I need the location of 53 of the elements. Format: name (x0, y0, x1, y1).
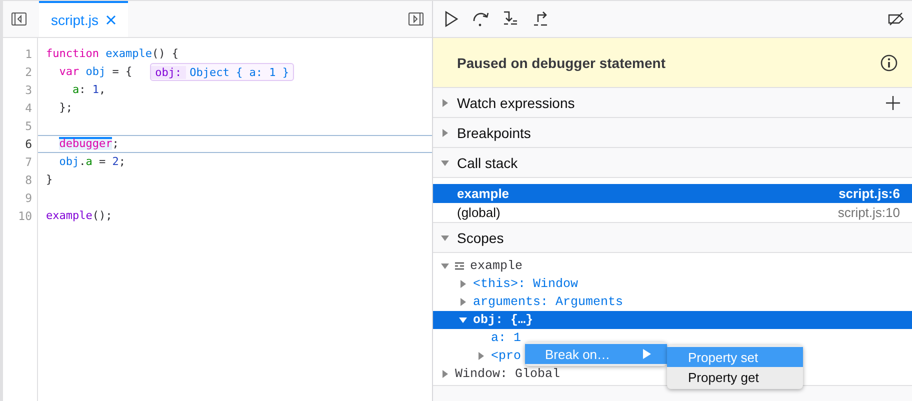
line-number: 2 (24, 64, 33, 81)
sidebar-toggle-icon[interactable] (11, 12, 27, 26)
scope-tree-item[interactable]: arguments: Arguments (433, 293, 628, 311)
call-stack-frame[interactable]: example script.js:6 (433, 184, 912, 203)
code-line: obj.a = 2; (58, 154, 126, 170)
scope-tree-item[interactable]: a: 1 (433, 329, 526, 347)
line-number: 7 (24, 154, 33, 171)
editor-tab[interactable]: script.js (39, 1, 128, 37)
scope-icon (455, 262, 464, 270)
line-number: 5 (24, 118, 33, 135)
disclosure-triangle-icon[interactable] (459, 298, 467, 306)
line-number: 1 (24, 46, 33, 63)
disclosure-triangle-icon[interactable] (441, 370, 449, 378)
code-line: } (45, 172, 53, 188)
disclosure-triangle-icon[interactable] (441, 128, 449, 136)
close-icon[interactable] (106, 15, 116, 25)
pause-message: Paused on debugger statement (457, 54, 666, 70)
disclosure-triangle-icon[interactable] (441, 234, 449, 242)
line-number: 6 (24, 136, 33, 153)
line-number: 3 (24, 82, 33, 99)
disclosure-triangle-icon[interactable] (477, 352, 485, 360)
sidebar-toggle-icon[interactable] (408, 12, 424, 26)
section-header[interactable]: Breakpoints (433, 118, 912, 148)
section-header[interactable]: Watch expressions (433, 88, 912, 118)
menu-item[interactable]: Property set (667, 347, 803, 367)
scope-tree-item[interactable]: Window: Global (433, 365, 564, 383)
disclosure-triangle-icon[interactable] (459, 316, 467, 324)
code-line: }; (58, 100, 72, 116)
code-line: var obj = { (58, 64, 132, 80)
code-line: example(); (45, 208, 112, 224)
line-number: 8 (24, 172, 33, 189)
disclosure-triangle-icon[interactable] (441, 158, 449, 166)
submenu-arrow-icon (643, 349, 651, 359)
menu-item[interactable]: Property get (667, 367, 803, 387)
code-line: debugger; (58, 136, 119, 152)
inline-value-preview: obj: Object { a: 1 } (150, 63, 294, 81)
disclosure-triangle-icon[interactable] (459, 280, 467, 288)
add-icon[interactable] (886, 96, 900, 110)
disclosure-triangle-icon[interactable] (441, 98, 449, 106)
code-line: function example() { (45, 46, 178, 62)
line-number: 9 (24, 190, 33, 207)
line-number: 4 (24, 100, 33, 117)
deactivate-breakpoints-icon[interactable] (888, 11, 904, 27)
disclosure-triangle-icon[interactable] (441, 262, 449, 270)
scope-tree-item[interactable]: example (433, 257, 527, 275)
scope-tree-item[interactable]: <this>: Window (433, 275, 582, 293)
scope-tree-item[interactable]: obj: {…} (433, 311, 912, 329)
scope-tree-item[interactable]: <pro (433, 347, 526, 365)
call-stack-frame[interactable]: (global) script.js:10 (433, 203, 912, 222)
info-icon[interactable] (880, 54, 898, 72)
code-line: a: 1, (71, 82, 106, 98)
menu-item[interactable]: Break on… (525, 344, 667, 364)
line-number: 10 (17, 208, 33, 225)
